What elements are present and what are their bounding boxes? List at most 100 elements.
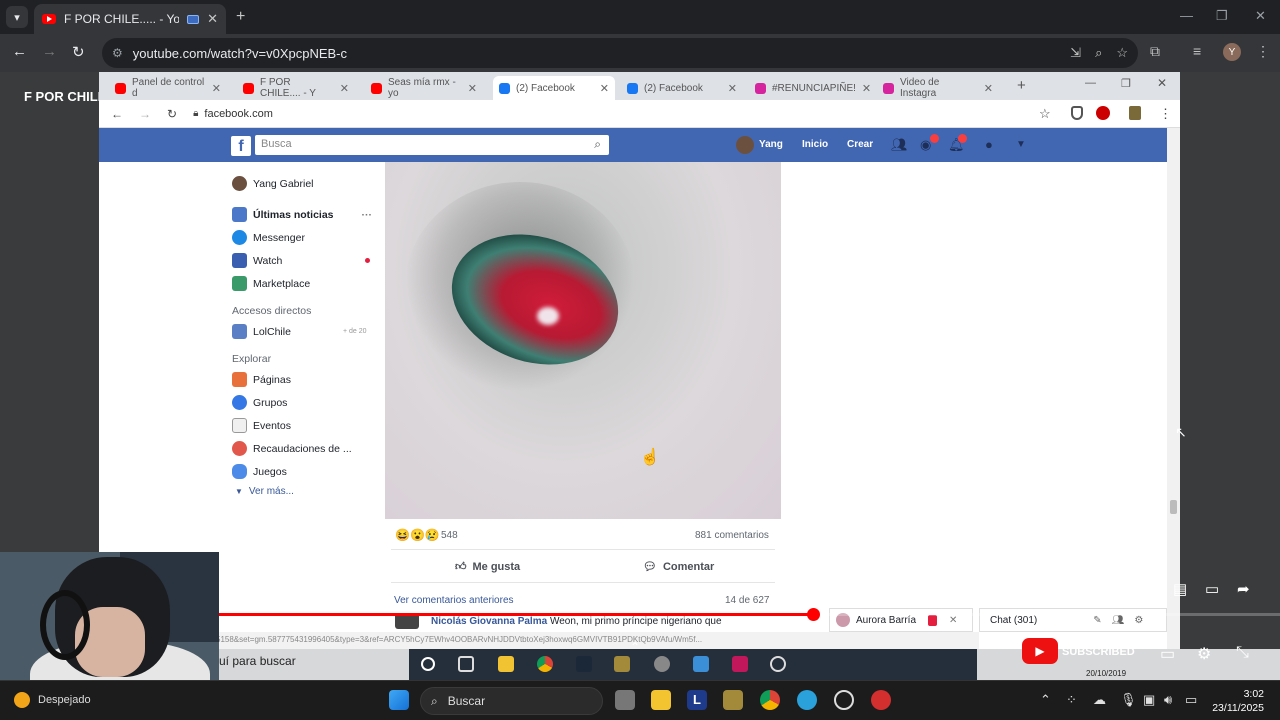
instagram-favicon-icon bbox=[883, 82, 894, 94]
recorded-tab: Seas mía rmx - yo ✕ bbox=[365, 76, 483, 100]
recorded-tab: F POR CHILE.... - Y ✕ bbox=[237, 76, 355, 100]
reactions-count: 548 bbox=[441, 530, 458, 541]
left-nav-groups: Grupos bbox=[232, 395, 287, 410]
tab-title: F POR CHILE..... - YouTube bbox=[64, 12, 180, 26]
extension-icon bbox=[1129, 106, 1141, 120]
chat-icon[interactable]: ▭ bbox=[1205, 580, 1219, 598]
chrome-menu-icon[interactable]: ⋮ bbox=[1256, 43, 1270, 60]
bookmark-star-icon[interactable]: ☆ bbox=[1116, 45, 1128, 61]
left-nav-news-feed: Últimas noticias ··· bbox=[232, 207, 372, 222]
youtube-favicon-icon bbox=[115, 82, 126, 94]
back-arrow-icon: ← bbox=[111, 106, 123, 121]
extensions-icon[interactable]: ⧉ bbox=[1150, 43, 1160, 60]
restore-icon[interactable]: ❐ bbox=[1216, 8, 1228, 24]
close-icon: ✕ bbox=[211, 82, 221, 95]
new-tab-button[interactable]: + bbox=[236, 8, 245, 26]
tray-chevron-icon[interactable]: ⌃ bbox=[1040, 692, 1051, 708]
recorded-tab-strip: Panel de control d ✕ F POR CHILE.... - Y ✕… bbox=[99, 72, 1180, 100]
comments-icon[interactable]: ▤ bbox=[1173, 580, 1187, 598]
obs-icon[interactable] bbox=[834, 690, 854, 710]
chat-tab-contact: Aurora Barría ✕ bbox=[829, 608, 973, 632]
league-game-icon[interactable] bbox=[723, 690, 743, 710]
left-nav-marketplace: Marketplace bbox=[232, 276, 310, 291]
menu-icon: ⋮ bbox=[1159, 106, 1172, 121]
share-icon[interactable]: ➦ bbox=[1237, 580, 1250, 598]
microphone-icon[interactable]: 🎙︎ bbox=[1120, 692, 1137, 708]
chevron-down-icon: ▼ bbox=[235, 487, 243, 496]
left-nav-messenger: Messenger bbox=[232, 230, 305, 245]
tray-grid-icon[interactable]: ⁘ bbox=[1066, 692, 1077, 708]
app-icon[interactable] bbox=[871, 690, 891, 710]
weather-widget[interactable]: Despejado bbox=[14, 692, 91, 708]
install-app-icon[interactable]: ⇲ bbox=[1070, 45, 1081, 61]
captions-icon[interactable]: ▭ bbox=[1160, 644, 1175, 664]
scroll-thumb bbox=[1170, 500, 1177, 514]
video-progress-bar[interactable] bbox=[219, 608, 1280, 621]
subscribed-label: SUBSCRIBED bbox=[1062, 646, 1135, 658]
close-icon: ✕ bbox=[1157, 76, 1168, 90]
youtube-favicon-icon bbox=[371, 82, 382, 94]
chevron-up-icon[interactable]: ⌃ bbox=[630, 640, 640, 654]
tab-search-dropdown[interactable]: ▾ bbox=[6, 6, 28, 28]
like-icon[interactable]: 👍︎ bbox=[1114, 580, 1130, 598]
exit-fullscreen-icon[interactable]: ⤡ bbox=[1236, 644, 1249, 662]
comment-button: 💬︎ Comentar bbox=[643, 560, 715, 574]
tab-youtube[interactable]: F POR CHILE..... - YouTube ✕ bbox=[34, 4, 226, 34]
forward-arrow-icon[interactable]: → bbox=[42, 43, 57, 60]
taskbar-search[interactable]: ⌕ Buscar bbox=[420, 687, 603, 715]
file-explorer-icon[interactable] bbox=[651, 690, 671, 710]
cloud-icon[interactable]: ☁ bbox=[1093, 692, 1106, 708]
messenger-icon bbox=[232, 230, 247, 245]
close-window-icon[interactable]: ✕ bbox=[1255, 8, 1266, 24]
windows-start-icon[interactable] bbox=[389, 690, 409, 710]
hand-cursor-icon: ☝ bbox=[640, 449, 660, 466]
pages-flag-icon bbox=[232, 372, 247, 387]
settings-gear-icon: ⚙ bbox=[1134, 614, 1144, 626]
media-control-icon[interactable]: ≡ bbox=[1193, 43, 1201, 59]
network-icon[interactable]: ▣ bbox=[1143, 692, 1155, 708]
subscribe-youtube-icon[interactable]: ▶ bbox=[1022, 638, 1058, 664]
comment-icon: 💬︎ bbox=[643, 561, 657, 573]
clock-time: 3:02 bbox=[1243, 688, 1264, 700]
youtube-favicon-icon bbox=[243, 82, 254, 94]
unread-dot bbox=[365, 258, 370, 263]
windows-taskbar: Despejado ⌕ Buscar L ⌃ ⁘ ☁ 🎙︎ ▣ 🔊︎ ▭ 3:0… bbox=[0, 680, 1280, 720]
reload-icon[interactable]: ↻ bbox=[72, 43, 85, 61]
league-icon bbox=[614, 656, 630, 672]
minimize-icon[interactable]: — bbox=[1180, 8, 1193, 23]
notification-badge bbox=[958, 134, 967, 143]
steam-icon bbox=[576, 656, 592, 672]
back-arrow-icon[interactable]: ← bbox=[12, 43, 27, 60]
omnibox-actions: ⇲ ⌕ ☆ bbox=[1070, 45, 1128, 61]
task-view-icon[interactable] bbox=[615, 690, 635, 710]
league-client-icon[interactable]: L bbox=[687, 690, 707, 710]
close-icon: ✕ bbox=[727, 82, 737, 95]
url-text[interactable]: youtube.com/watch?v=v0XpcpNEB-c bbox=[133, 46, 347, 61]
omnibox[interactable]: ⚙ youtube.com/watch?v=v0XpcpNEB-c ⇲ ⌕ ☆ bbox=[102, 38, 1138, 68]
browser-tab-bar: ▾ F POR CHILE..... - YouTube ✕ + — ❐ ✕ bbox=[0, 0, 1280, 34]
search-icon: ⌕ bbox=[431, 693, 438, 708]
profile-avatar[interactable]: Y bbox=[1223, 43, 1241, 61]
close-tab-icon[interactable]: ✕ bbox=[207, 11, 218, 27]
taskbar-clock[interactable]: 3:02 23/11/2025 bbox=[1212, 687, 1264, 715]
battery-icon[interactable]: ▭ bbox=[1185, 692, 1197, 708]
video-player[interactable]: F POR CHILE..... Panel de control d ✕ F P… bbox=[0, 72, 1280, 720]
zoom-icon[interactable]: ⌕ bbox=[1095, 45, 1102, 61]
file-explorer-icon bbox=[498, 656, 514, 672]
telegram-icon[interactable] bbox=[797, 690, 817, 710]
left-nav-profile: Yang Gabriel bbox=[232, 176, 314, 191]
app-icon bbox=[654, 656, 670, 672]
volume-icon[interactable]: 🔊︎ bbox=[1164, 692, 1172, 708]
calendar-icon bbox=[232, 418, 247, 433]
chrome-icon[interactable] bbox=[760, 690, 780, 710]
close-icon: ✕ bbox=[983, 82, 993, 95]
site-settings-icon[interactable]: ⚙ bbox=[112, 46, 123, 60]
reload-icon: ↻ bbox=[167, 106, 178, 121]
settings-gear-icon[interactable]: ⚙ bbox=[1197, 644, 1211, 664]
cortana-icon bbox=[421, 657, 435, 671]
dislike-icon[interactable]: 👎︎ bbox=[1142, 580, 1157, 598]
reaction-emojis-icon: 😆😮😢 bbox=[395, 528, 440, 542]
chat-sidebar-bar: Chat (301) ✎ 👥︎ ⚙ bbox=[979, 608, 1167, 632]
forward-arrow-icon: → bbox=[139, 106, 151, 121]
close-icon: ✕ bbox=[949, 614, 958, 626]
